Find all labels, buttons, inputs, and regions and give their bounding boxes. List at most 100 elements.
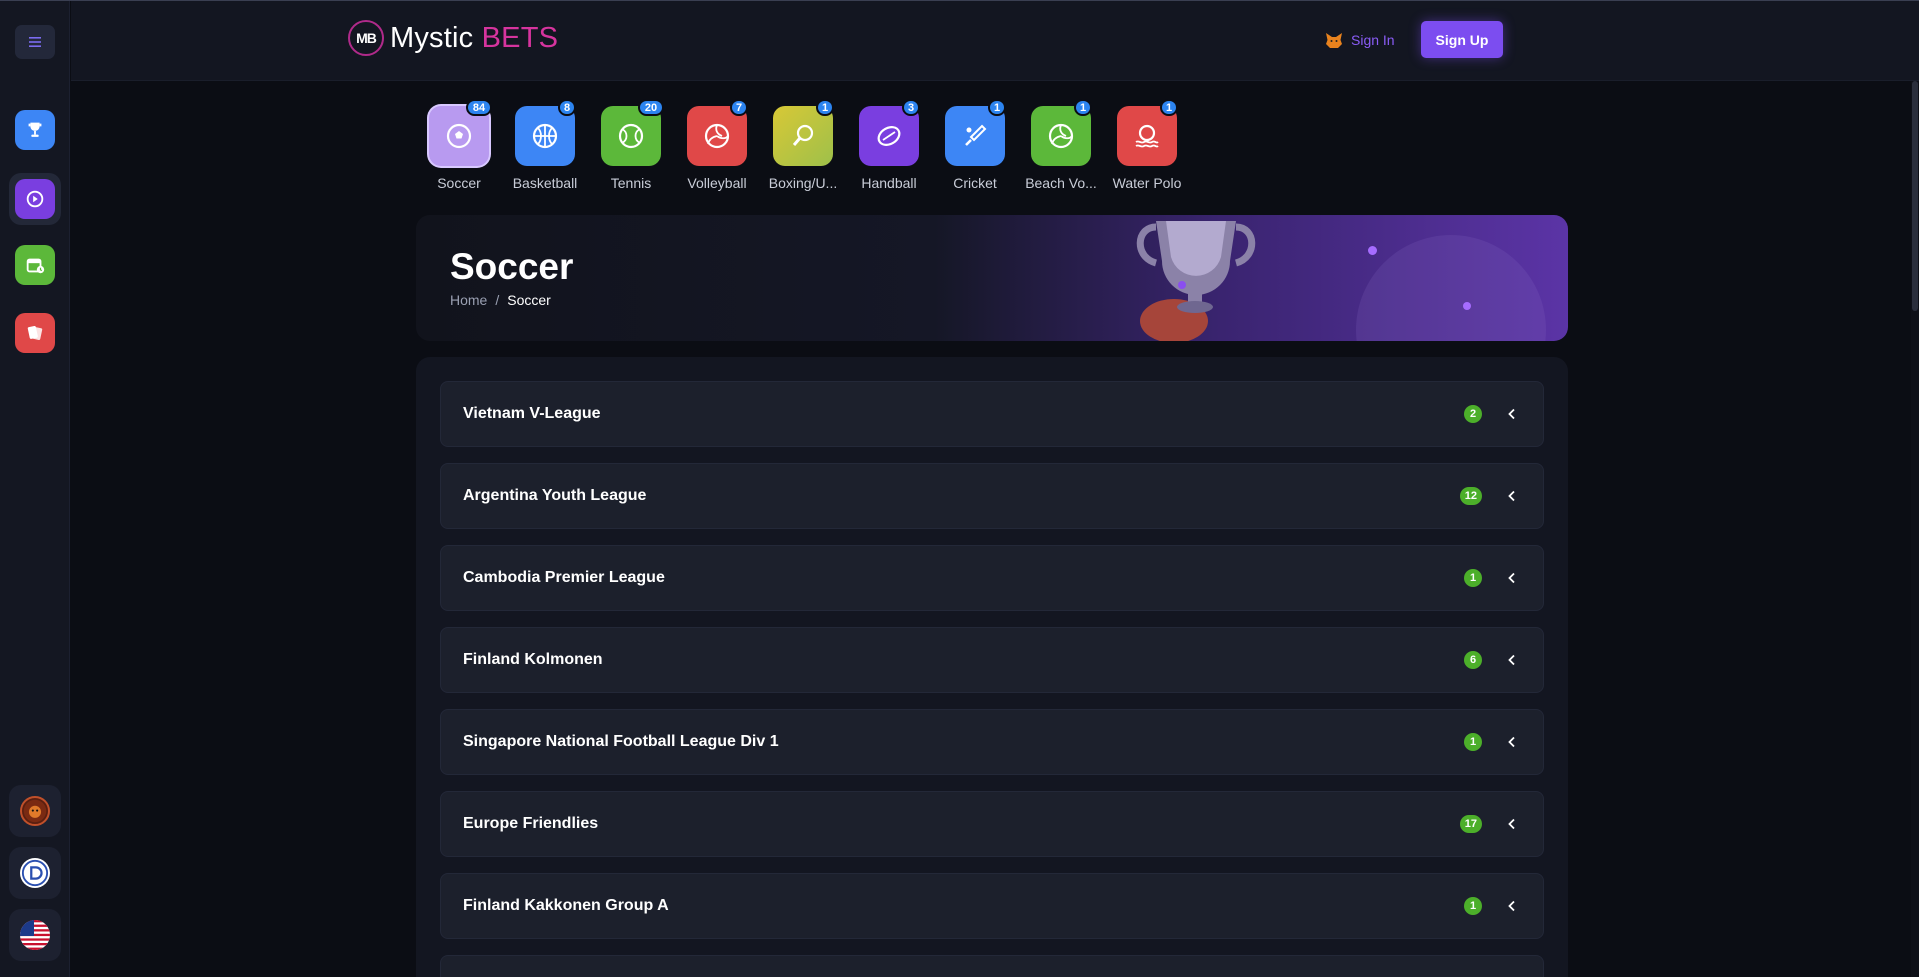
league-name: Finland Kakkonen Group A bbox=[463, 897, 669, 914]
boxing-glove-icon bbox=[792, 124, 814, 146]
logo-mark: MB bbox=[348, 20, 384, 56]
sport-label: Basketball bbox=[512, 175, 578, 191]
calendar-icon bbox=[26, 258, 45, 274]
sport-label: Cricket bbox=[953, 175, 997, 191]
league-row[interactable]: Cambodia Premier League 1 bbox=[440, 545, 1544, 611]
page-scrollbar[interactable] bbox=[1911, 81, 1919, 977]
sport-label: Water Polo bbox=[1112, 175, 1182, 191]
league-name: Argentina Youth League bbox=[463, 487, 647, 504]
league-row[interactable]: Finland Kolmonen 6 bbox=[440, 627, 1544, 693]
match-count-badge: 6 bbox=[1464, 651, 1482, 669]
match-count-badge: 1 bbox=[1464, 569, 1482, 587]
handball-icon bbox=[877, 126, 901, 146]
sidebar-item-casino[interactable] bbox=[14, 312, 56, 354]
sidebar-item-schedule[interactable] bbox=[14, 244, 56, 286]
breadcrumb-home[interactable]: Home bbox=[450, 292, 487, 308]
sign-in-label: Sign In bbox=[1351, 32, 1395, 48]
sport-label: Volleyball bbox=[687, 175, 747, 191]
volleyball-icon bbox=[704, 123, 730, 149]
soccer-ball-graphic bbox=[1356, 235, 1546, 341]
sport-tab-tennis[interactable]: 20 Tennis bbox=[588, 99, 674, 191]
sidebar-language[interactable] bbox=[9, 909, 61, 961]
chevron-left-icon[interactable] bbox=[1505, 899, 1519, 913]
breadcrumb-separator: / bbox=[495, 292, 500, 308]
sport-tab-water-polo[interactable]: 1 Water Polo bbox=[1104, 99, 1190, 191]
trophy-icon bbox=[28, 122, 42, 137]
league-row[interactable]: Singapore National Football League Div 1… bbox=[440, 709, 1544, 775]
us-flag-icon bbox=[20, 920, 50, 950]
sport-count-badge: 3 bbox=[902, 99, 921, 116]
sport-tab-boxing[interactable]: 1 Boxing/U... bbox=[760, 99, 846, 191]
league-name: Europe Friendlies bbox=[463, 815, 599, 832]
league-row[interactable]: Vietnam V-League 2 bbox=[440, 381, 1544, 447]
league-list-panel: Vietnam V-League 2 Argentina Youth Leagu… bbox=[416, 357, 1568, 977]
sport-label: Beach Vo... bbox=[1025, 175, 1097, 191]
league-name: Vietnam V-League bbox=[463, 405, 601, 422]
basketball-icon bbox=[532, 123, 558, 149]
sport-tab-cricket[interactable]: 1 Cricket bbox=[932, 99, 1018, 191]
sport-tab-handball[interactable]: 3 Handball bbox=[846, 99, 932, 191]
sport-count-badge: 1 bbox=[988, 99, 1007, 116]
tennis-ball-icon bbox=[618, 123, 644, 149]
water-polo-icon bbox=[1135, 124, 1159, 148]
hamburger-icon bbox=[29, 37, 41, 47]
breadcrumb-current: Soccer bbox=[507, 292, 551, 308]
sport-tab-volleyball[interactable]: 7 Volleyball bbox=[674, 99, 760, 191]
tiger-avatar-icon bbox=[23, 799, 47, 823]
match-count-badge: 2 bbox=[1464, 405, 1482, 423]
league-name: Singapore National Football League Div 1 bbox=[463, 733, 779, 750]
sidebar-avatar-tiger[interactable] bbox=[9, 785, 61, 837]
match-count-badge: 1 bbox=[1464, 733, 1482, 751]
sport-label: Boxing/U... bbox=[768, 175, 838, 191]
league-row[interactable]: Argentina Youth League 12 bbox=[440, 463, 1544, 529]
beach-volleyball-icon bbox=[1048, 123, 1074, 149]
sport-count-badge: 7 bbox=[730, 99, 749, 116]
breadcrumb: Home / Soccer bbox=[450, 292, 551, 308]
sign-up-button[interactable]: Sign Up bbox=[1421, 21, 1503, 58]
match-count-badge: 17 bbox=[1459, 815, 1482, 833]
logo-wordmark: Mystic BETS bbox=[390, 21, 559, 54]
chevron-left-icon[interactable] bbox=[1505, 817, 1519, 831]
sport-tab-soccer[interactable]: 84 Soccer bbox=[416, 99, 502, 191]
live-play-icon bbox=[26, 190, 44, 208]
sport-count-badge: 20 bbox=[638, 99, 664, 116]
menu-toggle-button[interactable] bbox=[15, 25, 55, 59]
cricket-bat-icon bbox=[965, 124, 987, 146]
league-name: Cambodia Premier League bbox=[463, 569, 665, 586]
cards-icon bbox=[27, 326, 43, 340]
chevron-left-icon[interactable] bbox=[1505, 489, 1519, 503]
sport-count-badge: 1 bbox=[1160, 99, 1179, 116]
fox-wallet-icon bbox=[1326, 33, 1342, 48]
sidebar bbox=[0, 1, 70, 977]
league-row-partial[interactable] bbox=[440, 955, 1544, 977]
sport-label: Tennis bbox=[610, 175, 652, 191]
chevron-left-icon[interactable] bbox=[1505, 571, 1519, 585]
sport-count-badge: 8 bbox=[558, 99, 577, 116]
sports-category-bar: 84 Soccer 8 Basketball 20 Tennis 7 Volle… bbox=[416, 99, 1190, 191]
league-name: Finland Kolmonen bbox=[463, 651, 603, 668]
page-title: Soccer bbox=[450, 246, 574, 287]
sport-count-badge: 84 bbox=[466, 99, 492, 116]
sport-label: Soccer bbox=[437, 175, 481, 191]
scrollbar-thumb[interactable] bbox=[1912, 81, 1918, 311]
decor-dot bbox=[1368, 246, 1377, 255]
sidebar-item-sports[interactable] bbox=[14, 109, 56, 151]
decor-dot bbox=[1463, 302, 1471, 310]
chevron-left-icon[interactable] bbox=[1505, 653, 1519, 667]
match-count-badge: 12 bbox=[1459, 487, 1482, 505]
sign-in-button[interactable]: Sign In bbox=[1324, 30, 1395, 50]
sport-count-badge: 1 bbox=[1074, 99, 1093, 116]
league-row[interactable]: Europe Friendlies 17 bbox=[440, 791, 1544, 857]
soccer-ball-icon bbox=[446, 123, 472, 149]
match-count-badge: 1 bbox=[1464, 897, 1482, 915]
site-logo[interactable]: MB Mystic BETS bbox=[348, 20, 558, 56]
sport-tab-basketball[interactable]: 8 Basketball bbox=[502, 99, 588, 191]
crypto-coin-icon bbox=[21, 859, 49, 887]
sport-label: Handball bbox=[861, 175, 917, 191]
sidebar-item-live[interactable] bbox=[9, 173, 61, 225]
league-row[interactable]: Finland Kakkonen Group A 1 bbox=[440, 873, 1544, 939]
sport-tab-beach-volleyball[interactable]: 1 Beach Vo... bbox=[1018, 99, 1104, 191]
chevron-left-icon[interactable] bbox=[1505, 407, 1519, 421]
chevron-left-icon[interactable] bbox=[1505, 735, 1519, 749]
sidebar-coin[interactable] bbox=[9, 847, 61, 899]
